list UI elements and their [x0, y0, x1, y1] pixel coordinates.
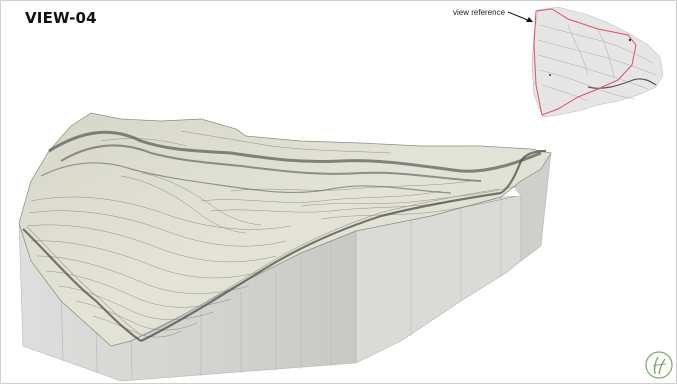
page-title: VIEW-04: [25, 9, 97, 27]
view-reference-label: view reference: [453, 8, 506, 17]
view-reference-minimap: [531, 6, 664, 118]
logo-icon: [645, 351, 673, 379]
slide-frame: VIEW-04 view reference: [0, 0, 677, 384]
